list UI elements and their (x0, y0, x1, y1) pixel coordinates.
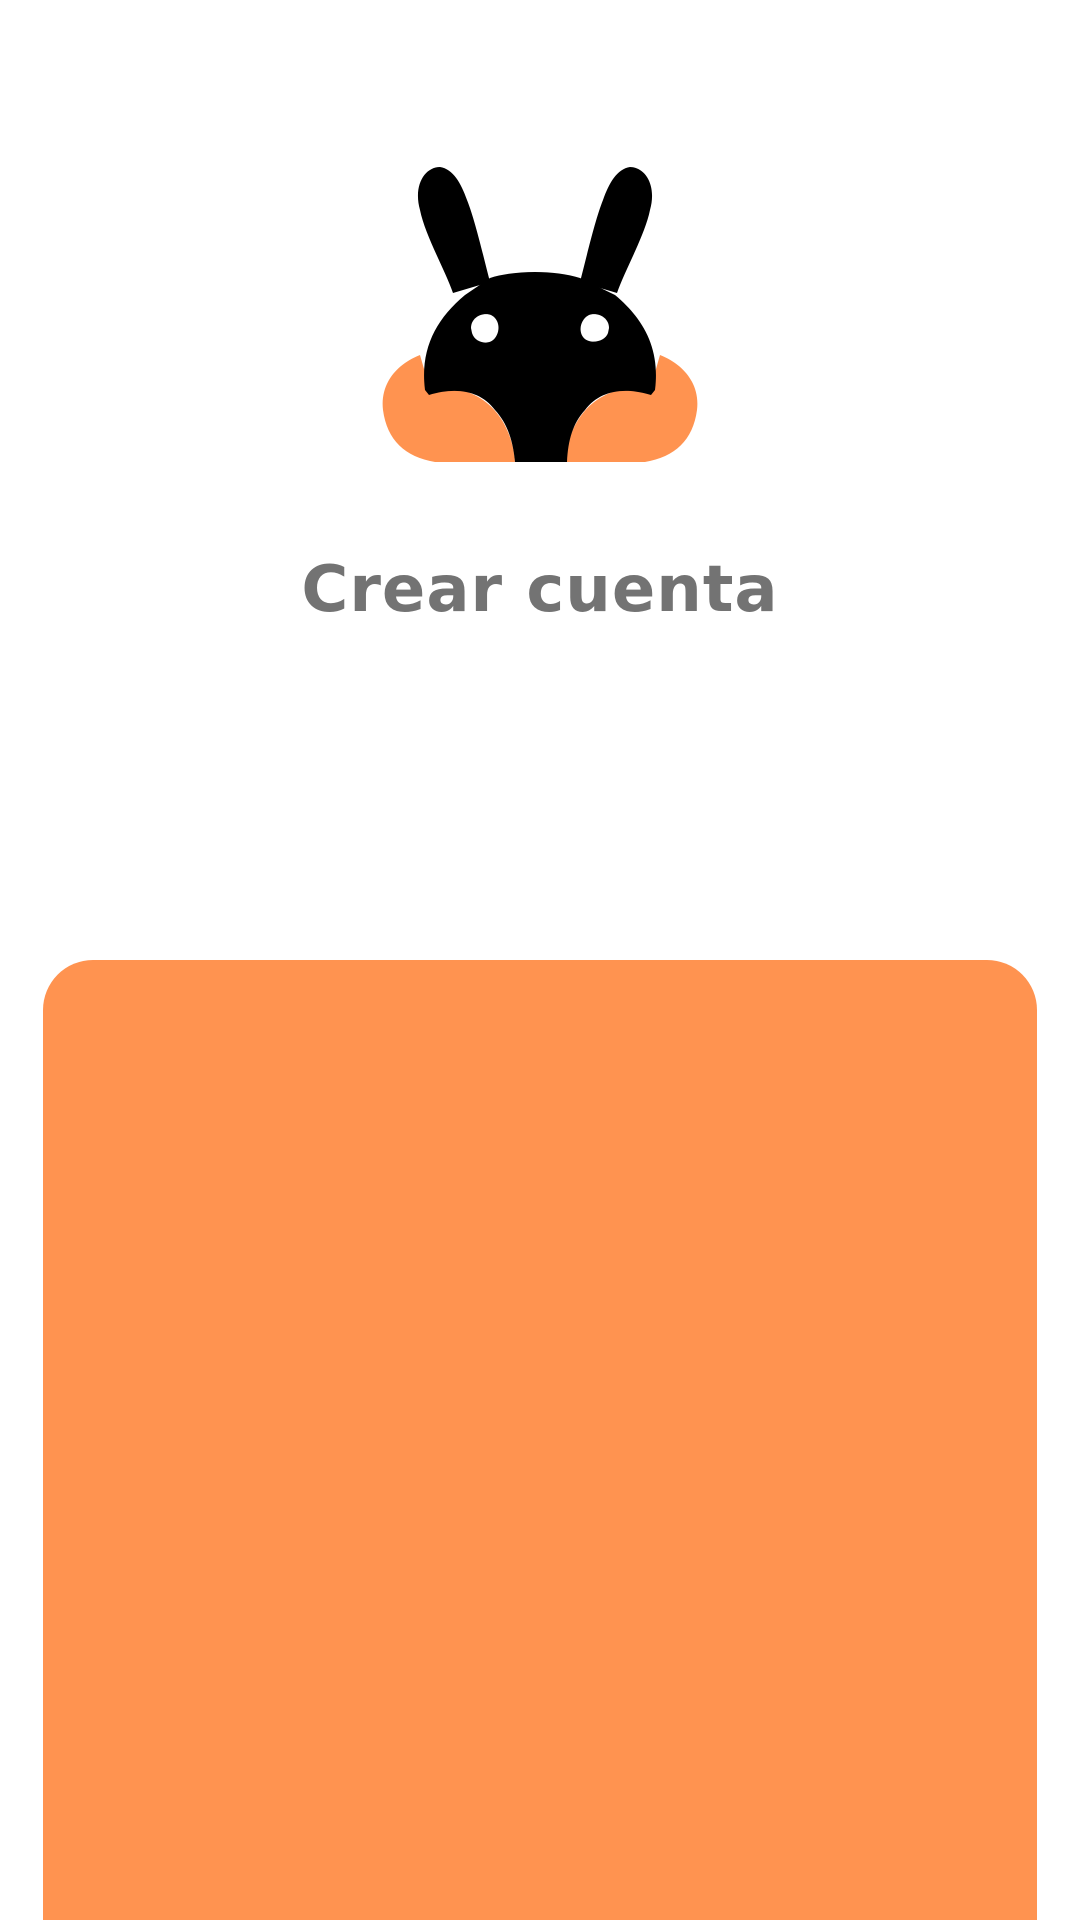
page-title: Crear cuenta (301, 553, 779, 627)
bunny-mascot-icon (382, 167, 698, 462)
create-account-screen: Crear cuenta (0, 0, 1080, 1920)
app-logo (375, 165, 705, 470)
right-eye-shape (580, 314, 609, 342)
left-ear-shape (417, 167, 490, 293)
right-ear-shape (580, 167, 653, 293)
form-panel (43, 960, 1037, 1920)
